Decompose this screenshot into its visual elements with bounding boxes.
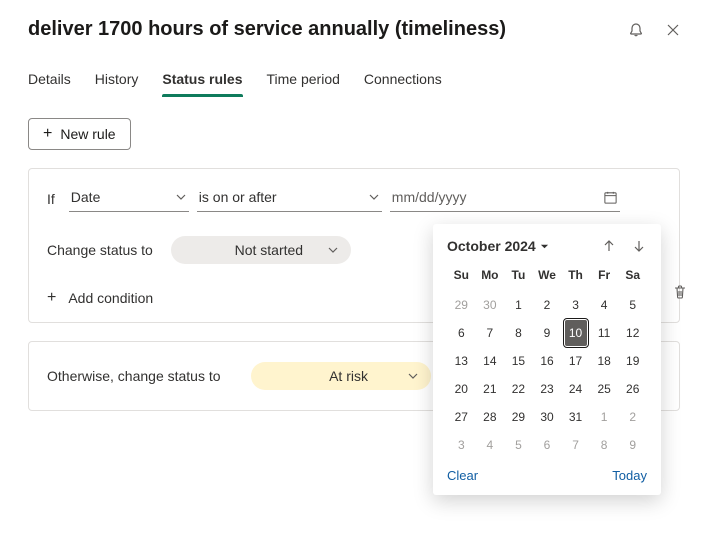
today-button[interactable]: Today [612, 468, 647, 483]
dow-header: We [533, 264, 562, 290]
calendar-day[interactable]: 4 [590, 292, 619, 318]
add-condition-button[interactable]: + Add condition [47, 290, 153, 306]
dow-header: Th [561, 264, 590, 290]
dow-header: Tu [504, 264, 533, 290]
next-month-button[interactable] [631, 238, 647, 254]
plus-icon: + [47, 290, 56, 306]
change-status-label: Change status to [47, 242, 153, 258]
tab-status-rules[interactable]: Status rules [162, 63, 242, 97]
tab-time-period[interactable]: Time period [267, 63, 340, 97]
date-placeholder: mm/dd/yyyy [392, 189, 467, 205]
month-selector[interactable]: October 2024 [447, 238, 549, 254]
calendar-day[interactable]: 13 [447, 348, 476, 374]
calendar-day-next-month[interactable]: 3 [447, 432, 476, 458]
otherwise-label: Otherwise, change status to [47, 368, 221, 384]
calendar-day-next-month[interactable]: 7 [561, 432, 590, 458]
chevron-down-icon [368, 191, 380, 203]
otherwise-status-value: At risk [329, 368, 368, 384]
operator-value: is on or after [199, 189, 277, 205]
calendar-day[interactable]: 25 [590, 376, 619, 402]
add-condition-label: Add condition [68, 290, 153, 306]
calendar-day-next-month[interactable]: 2 [618, 404, 647, 430]
calendar-day[interactable]: 10 [565, 320, 587, 346]
tab-history[interactable]: History [95, 63, 139, 97]
calendar-day-prev-month[interactable]: 29 [447, 292, 476, 318]
date-input[interactable]: mm/dd/yyyy [390, 185, 620, 212]
page-title: deliver 1700 hours of service annually (… [28, 18, 506, 41]
calendar-day[interactable]: 5 [618, 292, 647, 318]
close-icon[interactable] [666, 23, 680, 37]
calendar-day[interactable]: 28 [476, 404, 505, 430]
calendar-day[interactable]: 1 [504, 292, 533, 318]
calendar-day[interactable]: 14 [476, 348, 505, 374]
dow-header: Sa [618, 264, 647, 290]
calendar-day[interactable]: 2 [533, 292, 562, 318]
calendar-day[interactable]: 21 [476, 376, 505, 402]
calendar-day-next-month[interactable]: 8 [590, 432, 619, 458]
tab-connections[interactable]: Connections [364, 63, 442, 97]
calendar-icon [603, 190, 618, 205]
calendar-day[interactable]: 11 [590, 320, 619, 346]
chevron-down-icon [407, 370, 419, 382]
dow-header: Su [447, 264, 476, 290]
new-rule-label: New rule [60, 126, 115, 142]
notification-icon[interactable] [628, 22, 644, 38]
calendar-day[interactable]: 31 [561, 404, 590, 430]
calendar-day[interactable]: 22 [504, 376, 533, 402]
field-dropdown[interactable]: Date [69, 185, 189, 212]
new-rule-button[interactable]: + New rule [28, 118, 131, 150]
calendar-day[interactable]: 16 [533, 348, 562, 374]
calendar-day[interactable]: 3 [561, 292, 590, 318]
chevron-down-icon [327, 244, 339, 256]
dow-header: Fr [590, 264, 619, 290]
month-label: October 2024 [447, 238, 536, 254]
calendar-day[interactable]: 27 [447, 404, 476, 430]
calendar-day-next-month[interactable]: 9 [618, 432, 647, 458]
calendar-day-next-month[interactable]: 6 [533, 432, 562, 458]
datepicker: October 2024 SuMoTuWeThFrSa2930123456789… [433, 224, 661, 495]
otherwise-status-dropdown[interactable]: At risk [251, 362, 431, 390]
calendar-day[interactable]: 8 [504, 320, 533, 346]
prev-month-button[interactable] [601, 238, 617, 254]
dow-header: Mo [476, 264, 505, 290]
calendar-day[interactable]: 9 [533, 320, 562, 346]
delete-rule-button[interactable] [672, 284, 688, 303]
calendar-day-next-month[interactable]: 4 [476, 432, 505, 458]
tab-details[interactable]: Details [28, 63, 71, 97]
calendar-day[interactable]: 7 [476, 320, 505, 346]
calendar-day[interactable]: 15 [504, 348, 533, 374]
calendar-day[interactable]: 17 [561, 348, 590, 374]
chevron-down-icon [175, 191, 187, 203]
if-label: If [47, 191, 55, 207]
plus-icon: + [43, 126, 52, 142]
calendar-day[interactable]: 18 [590, 348, 619, 374]
calendar-day-next-month[interactable]: 1 [590, 404, 619, 430]
calendar-day[interactable]: 6 [447, 320, 476, 346]
calendar-day[interactable]: 12 [618, 320, 647, 346]
calendar-day-next-month[interactable]: 5 [504, 432, 533, 458]
operator-dropdown[interactable]: is on or after [197, 185, 382, 212]
status-dropdown[interactable]: Not started [171, 236, 351, 264]
calendar-day[interactable]: 24 [561, 376, 590, 402]
clear-button[interactable]: Clear [447, 468, 478, 483]
calendar-day[interactable]: 19 [618, 348, 647, 374]
calendar-day-prev-month[interactable]: 30 [476, 292, 505, 318]
calendar-day[interactable]: 20 [447, 376, 476, 402]
calendar-day[interactable]: 29 [504, 404, 533, 430]
status-value: Not started [235, 242, 303, 258]
calendar-day[interactable]: 30 [533, 404, 562, 430]
tabs: Details History Status rules Time period… [0, 63, 708, 98]
field-value: Date [71, 189, 101, 205]
calendar-day[interactable]: 23 [533, 376, 562, 402]
calendar-day[interactable]: 26 [618, 376, 647, 402]
